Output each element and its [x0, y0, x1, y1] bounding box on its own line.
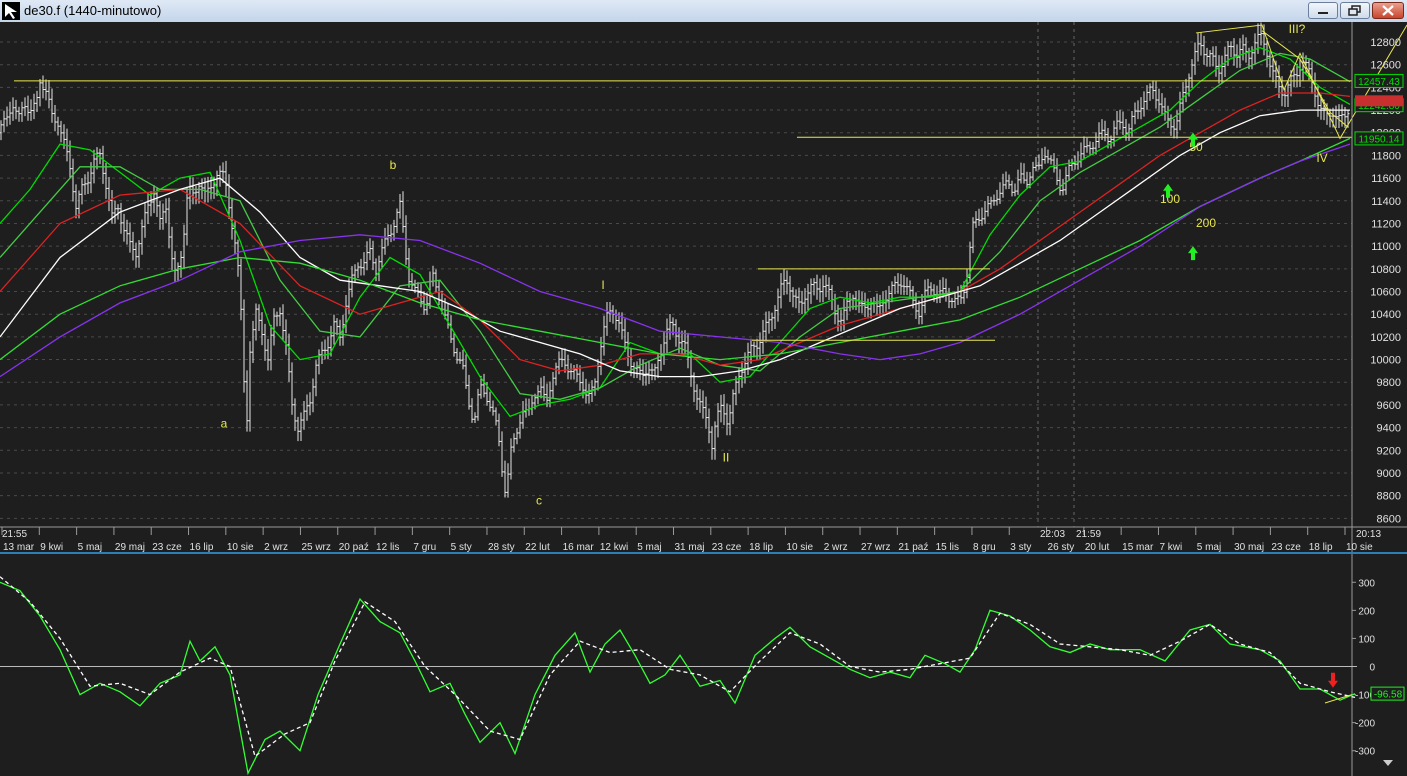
- date-axis-label: 31 maj: [675, 542, 705, 553]
- date-axis-label: 18 lip: [749, 542, 773, 553]
- wave-annotation: 100: [1160, 192, 1180, 206]
- date-axis-label: 9 kwi: [40, 542, 63, 553]
- date-axis-label: 5 maj: [78, 542, 102, 553]
- wave-annotation: c: [536, 494, 542, 508]
- price-label: 11950.14: [1359, 134, 1400, 145]
- price-axis-tick: 11200: [1371, 218, 1401, 230]
- time-marker-label: 20:13: [1356, 529, 1381, 540]
- date-axis-label: 2 wrz: [824, 542, 848, 553]
- osc-axis-tick: 200: [1358, 606, 1375, 617]
- date-axis-label: 25 wrz: [301, 542, 330, 553]
- price-axis-tick: 11800: [1371, 150, 1401, 162]
- time-marker-label: 22:03: [1040, 529, 1065, 540]
- date-axis-label: 8 gru: [973, 542, 996, 553]
- minimize-icon: [1318, 12, 1328, 14]
- date-axis-label: 26 sty: [1048, 542, 1075, 553]
- price-axis-tick: 10400: [1370, 309, 1401, 321]
- date-axis-label: 7 kwi: [1159, 542, 1182, 553]
- close-button[interactable]: [1372, 2, 1404, 19]
- price-axis-tick: 9200: [1377, 445, 1401, 457]
- date-axis-label: 15 lis: [936, 542, 959, 553]
- price-label-red-box: [1355, 95, 1403, 107]
- price-axis-tick: 11000: [1371, 241, 1401, 253]
- date-axis-label: 12 kwi: [600, 542, 628, 553]
- date-axis-label: 23 cze: [712, 542, 742, 553]
- price-axis-tick: 8800: [1377, 491, 1401, 503]
- osc-axis-tick: -300: [1355, 747, 1375, 758]
- window-title: de30.f (1440-minutowo): [24, 3, 162, 18]
- price-axis-tick: 11400: [1371, 196, 1401, 208]
- restore-button[interactable]: [1340, 2, 1370, 19]
- date-axis-label: 16 lip: [190, 542, 214, 553]
- minimize-button[interactable]: [1308, 2, 1338, 19]
- date-axis-label: 5 maj: [637, 542, 661, 553]
- wave-annotation: IV: [1316, 151, 1327, 165]
- price-axis-tick: 9600: [1377, 400, 1401, 412]
- date-axis-label: 27 wrz: [861, 542, 890, 553]
- date-axis-label: 10 sie: [1346, 542, 1373, 553]
- date-axis-label: 2 wrz: [264, 542, 288, 553]
- osc-axis-tick: -200: [1355, 719, 1375, 730]
- price-axis-tick: 9400: [1377, 423, 1401, 435]
- price-axis-tick: 12600: [1370, 60, 1401, 72]
- date-axis-label: 28 sty: [488, 542, 515, 553]
- price-axis-tick: 9800: [1377, 377, 1401, 389]
- osc-axis-tick: 100: [1358, 634, 1375, 645]
- wave-annotation: III?: [1289, 22, 1306, 36]
- date-axis-label: 10 sie: [786, 542, 813, 553]
- date-axis-label: 7 gru: [413, 542, 436, 553]
- price-axis-tick: 8600: [1377, 513, 1401, 525]
- price-axis-tick: 10200: [1370, 332, 1401, 344]
- app-icon: [2, 2, 20, 20]
- chart-area[interactable]: abcIIIIII?IV50100200 1280012600124001220…: [0, 22, 1407, 776]
- time-marker-label: 21:59: [1076, 529, 1101, 540]
- date-axis-label: 23 cze: [152, 542, 182, 553]
- date-axis-label: 5 sty: [451, 542, 472, 553]
- date-axis-label: 18 lip: [1309, 542, 1333, 553]
- window-titlebar: de30.f (1440-minutowo): [0, 0, 1407, 23]
- restore-icon: [1348, 5, 1361, 16]
- osc-axis-tick: 0: [1369, 663, 1375, 674]
- date-axis-label: 5 maj: [1197, 542, 1221, 553]
- wave-annotation: II: [723, 451, 730, 465]
- cursor-arrow-icon: [5, 4, 17, 19]
- date-axis-label: 23 cze: [1271, 542, 1301, 553]
- date-axis-label: 20 lut: [1085, 542, 1110, 553]
- close-icon: [1382, 5, 1394, 16]
- date-axis-label: 20 paź: [339, 542, 369, 553]
- date-axis-label: 15 mar: [1122, 542, 1154, 553]
- price-axis-tick: 12800: [1370, 37, 1401, 49]
- wave-annotation: 200: [1196, 216, 1216, 230]
- wave-annotation: a: [221, 417, 228, 431]
- date-axis-label: 10 sie: [227, 542, 254, 553]
- date-axis-label: 3 sty: [1010, 542, 1031, 553]
- price-axis-tick: 11600: [1371, 173, 1401, 185]
- price-label: 12457.43: [1358, 77, 1400, 88]
- wave-annotation: I: [601, 278, 604, 292]
- date-axis-label: 12 lis: [376, 542, 399, 553]
- price-axis-tick: 9000: [1377, 468, 1401, 480]
- wave-annotation: b: [390, 158, 397, 172]
- time-marker-label: 21:55: [2, 529, 27, 540]
- date-axis-label: 16 mar: [563, 542, 595, 553]
- date-axis-label: 30 maj: [1234, 542, 1264, 553]
- date-axis-label: 21 paź: [898, 542, 928, 553]
- date-axis-label: 29 maj: [115, 542, 145, 553]
- price-axis-tick: 10000: [1370, 355, 1401, 367]
- price-axis-tick: 10800: [1370, 264, 1401, 276]
- date-axis-label: 22 lut: [525, 542, 550, 553]
- osc-value-label: -96.58: [1374, 690, 1403, 701]
- osc-axis-tick: 300: [1358, 578, 1375, 589]
- price-axis-tick: 10600: [1370, 287, 1401, 299]
- date-axis-label: 13 mar: [3, 542, 35, 553]
